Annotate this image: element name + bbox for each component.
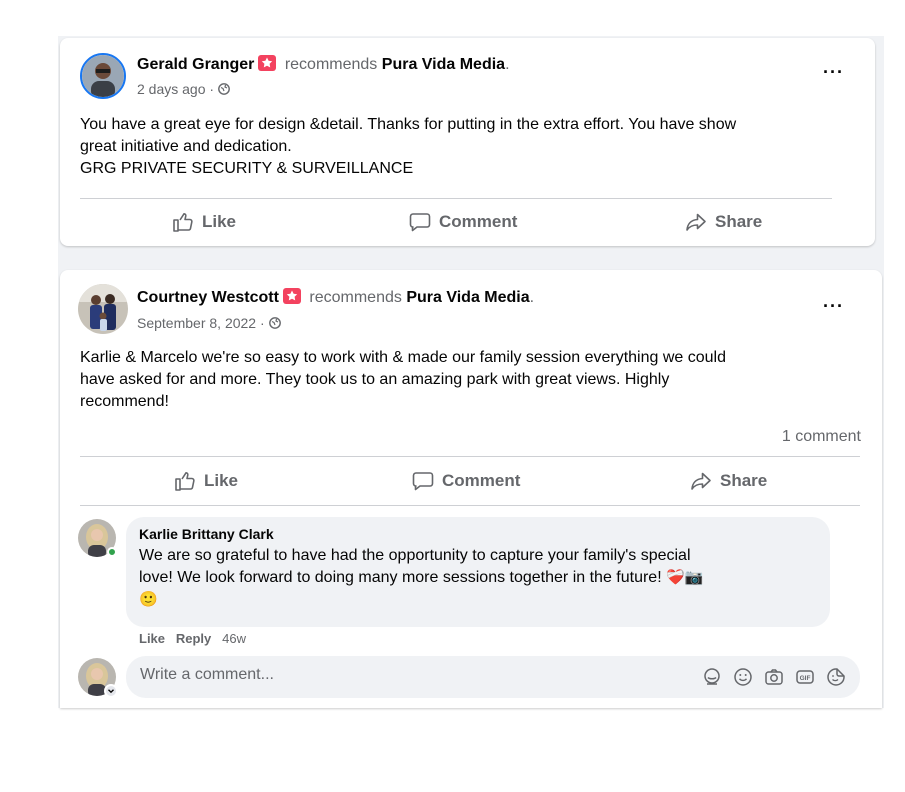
post-header: Gerald Granger recommends Pura Vida Medi… (137, 55, 510, 74)
composer-tools: GIF (702, 667, 846, 687)
comment-line: We are so grateful to have had the oppor… (139, 547, 691, 564)
globe-icon (218, 83, 230, 95)
post-body-line: have asked for and more. They took us to… (80, 371, 670, 388)
comment-label: Comment (442, 471, 521, 490)
comment-author[interactable]: Karlie Brittany Clark (139, 526, 274, 542)
recommendation-badge-icon (282, 288, 301, 304)
share-label: Share (720, 471, 768, 490)
comment-like-link[interactable]: Like (139, 631, 165, 646)
thumbs-up-icon (173, 213, 193, 232)
comment-input[interactable] (140, 666, 660, 684)
post-meta: September 8, 2022 · (137, 315, 281, 331)
sticker-icon[interactable] (826, 667, 846, 687)
period: . (529, 289, 535, 306)
chevron-down-icon[interactable] (104, 684, 118, 698)
comment-bubble-icon (409, 213, 431, 232)
post-body-line: GRG PRIVATE SECURITY & SURVEILLANCE (80, 160, 414, 177)
comment-bubble-icon (412, 472, 434, 491)
like-label: Like (204, 471, 239, 490)
post-body: Karlie & Marcelo we're so easy to work w… (80, 347, 870, 413)
verb-text: recommends (284, 56, 378, 73)
svg-text:GIF: GIF (800, 675, 811, 682)
comment-actions: Like Reply 46w (139, 631, 246, 646)
gif-icon[interactable]: GIF (795, 667, 815, 687)
share-button[interactable]: Share (685, 212, 762, 232)
recommendation-post: Gerald Granger recommends Pura Vida Medi… (60, 38, 875, 246)
comment-button[interactable]: Comment (409, 212, 517, 232)
comment-composer[interactable]: GIF (126, 656, 860, 698)
like-button[interactable]: Like (172, 212, 236, 232)
comment-label: Comment (439, 212, 518, 231)
camera-icon[interactable] (764, 667, 784, 687)
comment-count[interactable]: 1 comment (782, 428, 861, 446)
meta-separator: · (256, 315, 269, 331)
post-header: Courtney Westcott recommends Pura Vida M… (137, 288, 534, 307)
author-avatar[interactable] (78, 284, 128, 334)
emoji-heart-camera: ❤️‍🩹📷 (666, 569, 704, 586)
post-body-line: Karlie & Marcelo we're so easy to work w… (80, 349, 726, 366)
author-avatar[interactable] (80, 53, 126, 99)
timestamp[interactable]: September 8, 2022 (137, 315, 256, 331)
more-options-icon[interactable]: ··· (823, 62, 844, 83)
comment-age[interactable]: 46w (222, 631, 246, 646)
author-name[interactable]: Courtney Westcott (137, 289, 279, 306)
share-arrow-icon (686, 213, 706, 231)
post-body-line: great initiative and dedication. (80, 138, 292, 155)
post-body: You have a great eye for design &detail.… (80, 114, 860, 180)
globe-icon (268, 317, 281, 329)
thumbs-up-icon (175, 472, 195, 491)
post-meta: 2 days ago · (137, 81, 230, 97)
emoji-smile: 🙂 (139, 591, 158, 608)
share-button[interactable]: Share (690, 471, 767, 491)
comment-reply-link[interactable]: Reply (176, 631, 211, 646)
post-body-line: recommend! (80, 393, 169, 410)
divider (80, 456, 860, 457)
more-options-icon[interactable]: ··· (823, 296, 844, 317)
comment-button[interactable]: Comment (412, 471, 520, 491)
like-button[interactable]: Like (174, 471, 238, 491)
post-body-line: You have a great eye for design &detail.… (80, 116, 737, 133)
author-name[interactable]: Gerald Granger (137, 56, 254, 73)
divider (80, 505, 860, 506)
meta-separator: · (205, 81, 218, 97)
period: . (505, 56, 510, 73)
divider (80, 198, 832, 199)
share-arrow-icon (691, 472, 711, 490)
share-label: Share (715, 212, 763, 231)
emoji-icon[interactable] (733, 667, 753, 687)
verb-text: recommends (309, 289, 402, 306)
comment-text: We are so grateful to have had the oppor… (139, 545, 829, 611)
page-name[interactable]: Pura Vida Media (382, 56, 505, 73)
online-status-indicator (107, 547, 117, 557)
comment-line: love! We look forward to doing many more… (139, 569, 662, 586)
recommendation-post: Courtney Westcott recommends Pura Vida M… (60, 270, 882, 708)
page-name[interactable]: Pura Vida Media (406, 289, 529, 306)
timestamp[interactable]: 2 days ago (137, 81, 206, 97)
like-label: Like (202, 212, 237, 231)
avatar-sticker-icon[interactable] (702, 667, 722, 687)
recommendation-badge-icon (258, 55, 277, 71)
